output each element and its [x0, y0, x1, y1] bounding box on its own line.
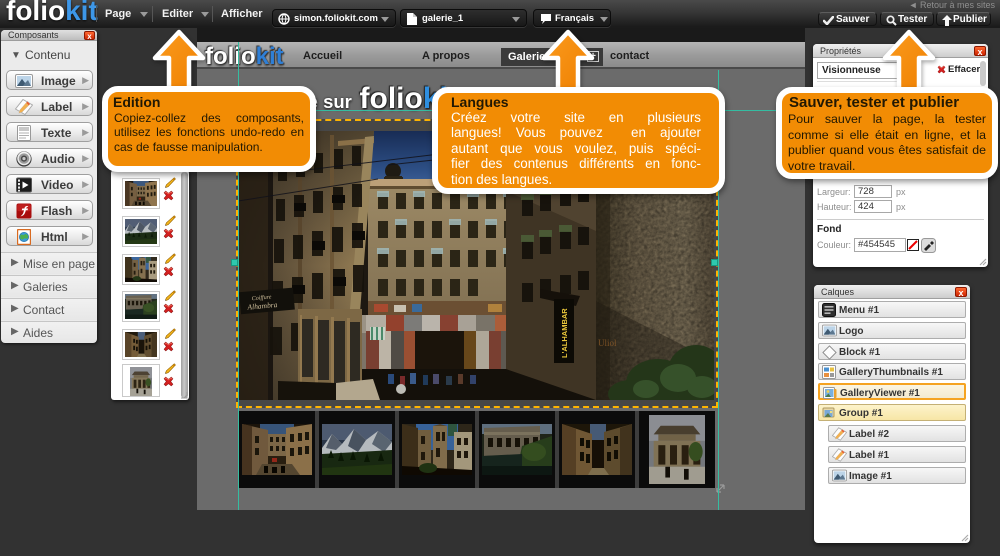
svg-text:L'ALHAMBAR: L'ALHAMBAR	[560, 308, 569, 358]
svg-text:Uliol: Uliol	[598, 338, 617, 348]
